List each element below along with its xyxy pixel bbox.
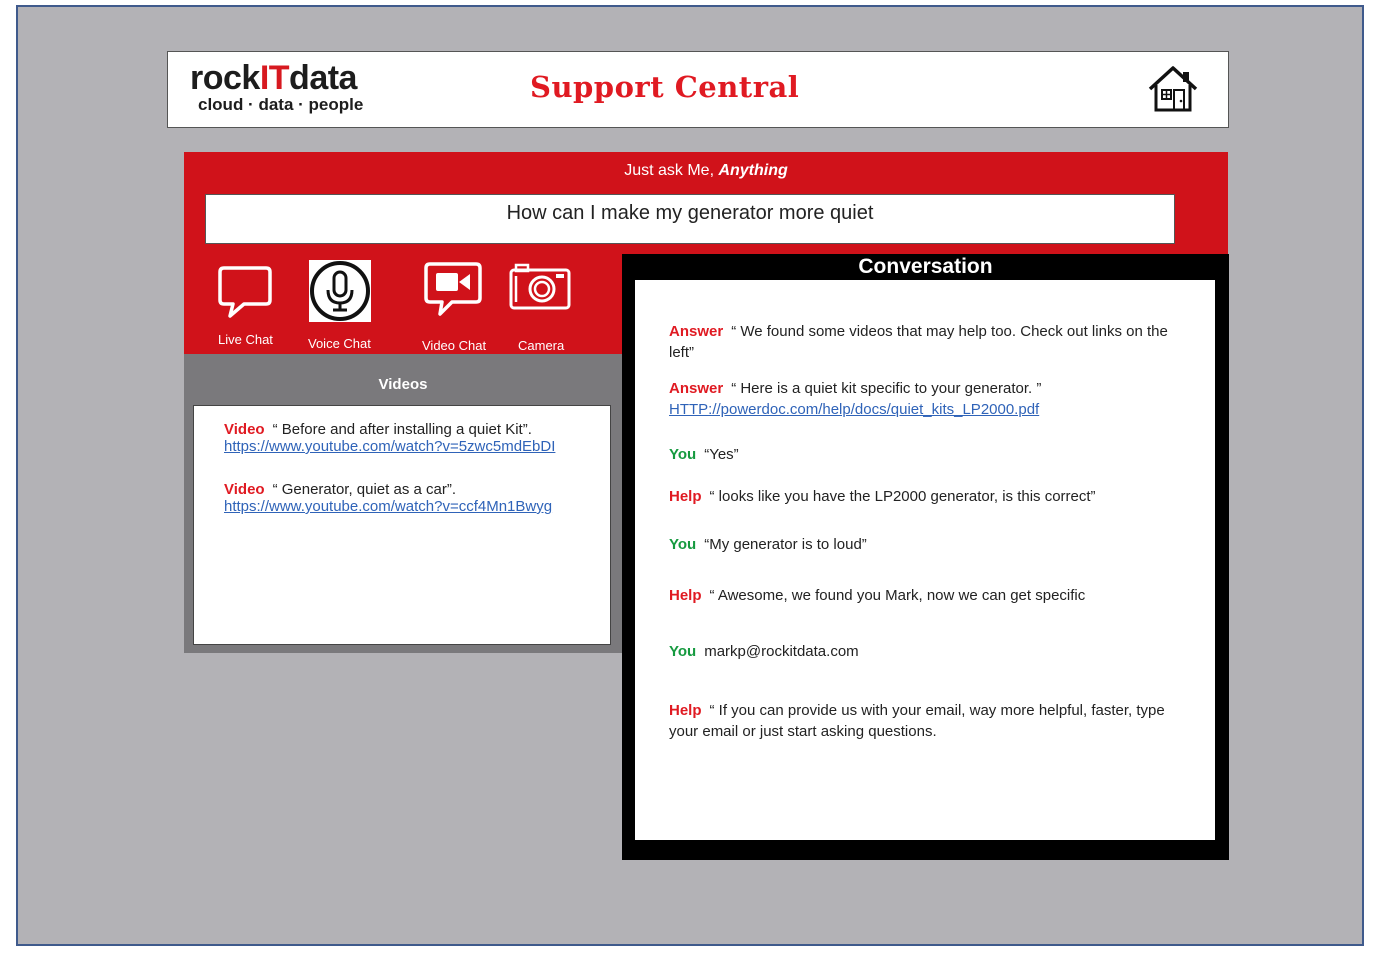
message-text: “ Awesome, we found you Mark, now we can…	[709, 587, 1086, 604]
video-camera-icon	[424, 262, 482, 316]
tools-panel: Live Chat Voice Chat Video Chat Camera	[184, 254, 622, 354]
message-text: “ looks like you have the LP2000 generat…	[709, 488, 1096, 505]
video-title: “ Before and after installing a quiet Ki…	[272, 421, 532, 438]
speaker-label: Help	[669, 587, 702, 604]
chat-message: Help “ looks like you have the LP2000 gen…	[669, 486, 1169, 507]
voice-chat-button[interactable]: Voice Chat	[306, 258, 374, 352]
message-text: markp@rockitdata.com	[704, 643, 859, 660]
app-frame: rockITdata cloud · data · people Support…	[16, 5, 1364, 946]
message-link[interactable]: HTTP://powerdoc.com/help/docs/quiet_kits…	[669, 401, 1039, 418]
conversation-panel: Conversation Answer “ We found some video…	[622, 254, 1229, 860]
video-link[interactable]: https://www.youtube.com/watch?v=ccf4Mn1B…	[224, 498, 552, 515]
message-text: “My generator is to loud”	[704, 536, 867, 553]
logo-it: IT	[259, 59, 290, 97]
logo-suffix: data	[289, 59, 357, 97]
live-chat-button[interactable]: Live Chat	[216, 262, 274, 352]
chat-message: Answer “ Here is a quiet kit specific to …	[669, 378, 1169, 420]
search-input[interactable]	[205, 194, 1175, 244]
videos-panel: Videos Video “ Before and after installin…	[184, 354, 622, 653]
camera-button[interactable]: Camera	[508, 262, 572, 353]
video-tag: Video	[224, 421, 265, 438]
speaker-label: Answer	[669, 380, 724, 397]
chat-message: Help “ Awesome, we found you Mark, now we…	[669, 585, 1169, 606]
video-item: Video “ Generator, quiet as a car”. https…	[224, 481, 552, 515]
message-text: “ If you can provide us with your email,…	[669, 702, 1165, 740]
ask-panel: Just ask Me, Anything	[184, 152, 1228, 254]
logo-tagline: cloud · data · people	[198, 95, 364, 114]
header-bar: rockITdata cloud · data · people Support…	[167, 51, 1229, 128]
videos-list: Video “ Before and after installing a qui…	[193, 405, 611, 645]
camera-label: Camera	[518, 338, 565, 353]
speech-bubble-icon	[218, 266, 272, 318]
chat-message: Help “ If you can provide us with your em…	[669, 700, 1169, 742]
ask-prompt-emphasis: Anything	[718, 162, 788, 179]
speaker-label: You	[669, 643, 697, 660]
chat-message: You markp@rockitdata.com	[669, 641, 1169, 662]
logo: rockITdata cloud · data · people	[190, 60, 363, 114]
home-icon[interactable]	[1146, 64, 1200, 114]
page-title: Support Central	[530, 70, 800, 104]
speaker-label: You	[669, 446, 697, 463]
speaker-label: You	[669, 536, 697, 553]
live-chat-label: Live Chat	[218, 332, 273, 347]
speaker-label: Help	[669, 702, 702, 719]
chat-message: Answer “ We found some videos that may he…	[669, 321, 1169, 363]
conversation-title: Conversation	[858, 255, 993, 278]
microphone-icon	[309, 260, 371, 322]
message-text: “ We found some videos that may help too…	[669, 323, 1168, 361]
video-chat-button[interactable]: Video Chat	[420, 260, 487, 353]
video-tag: Video	[224, 481, 265, 498]
ask-prompt: Just ask Me, Anything	[184, 162, 1228, 180]
message-text: “Yes”	[704, 446, 739, 463]
chat-message: You “My generator is to loud”	[669, 534, 1169, 555]
videos-title: Videos	[378, 376, 428, 393]
voice-chat-label: Voice Chat	[308, 336, 371, 351]
video-item: Video “ Before and after installing a qui…	[224, 421, 555, 455]
video-link[interactable]: https://www.youtube.com/watch?v=5zwc5mdE…	[224, 438, 555, 455]
logo-prefix: rock	[190, 59, 260, 97]
conversation-log[interactable]: Answer “ We found some videos that may he…	[635, 280, 1215, 840]
video-title: “ Generator, quiet as a car”.	[272, 481, 456, 498]
message-text: “ Here is a quiet kit specific to your g…	[731, 380, 1042, 397]
camera-icon	[509, 263, 571, 310]
chat-message: You “Yes”	[669, 444, 1169, 465]
speaker-label: Help	[669, 488, 702, 505]
ask-prompt-text: Just ask Me,	[624, 162, 719, 179]
video-chat-label: Video Chat	[422, 338, 487, 353]
speaker-label: Answer	[669, 323, 724, 340]
